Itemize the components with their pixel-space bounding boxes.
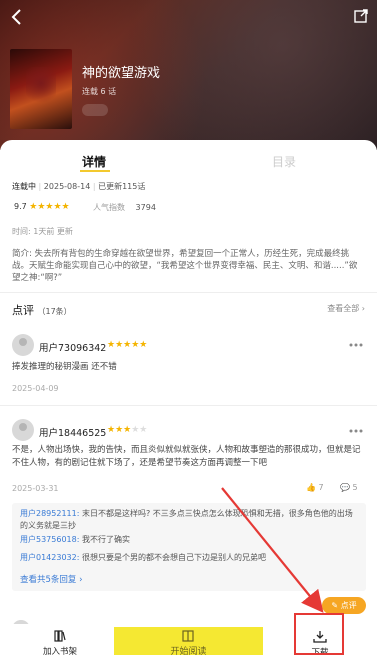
review-text: 不是，人物出场快，我的告快，而且炎似就似就张侠，人物和故事塑造的那很成功，但就是… [12,445,361,468]
status-text: 连载中 [12,182,36,191]
start-reading-button[interactable]: 开始阅读 [114,627,263,655]
avatar[interactable] [12,419,34,441]
review-user[interactable]: 用户18446525 [39,425,106,439]
synopsis: 简介: 失去所有背包的生命穿越在欲望世界，希望复回一个正常人，历经生死，完成最终… [12,248,364,284]
start-reading-label: 开始阅读 [170,647,207,655]
share-icon[interactable] [353,8,369,24]
review-date: 2025-03-31 [12,484,59,493]
bookshelf-icon [54,630,66,642]
review-user[interactable]: 用户73096342 [39,340,106,354]
score-row: 9.7 ★★★★★ [14,202,70,212]
tab-indicator [80,170,110,172]
book-icon [182,630,194,642]
synopsis-text: 失去所有背包的生命穿越在欲望世界，希望复回一个正常人，历经生死，完成最终挑战。天… [12,249,358,283]
tab-catalog[interactable]: 目录 [272,153,296,170]
divider [0,405,377,406]
hot-value: 3794 [135,203,156,212]
view-more-replies[interactable]: 查看共5条回复 › [20,573,83,585]
more-icon[interactable] [349,429,363,433]
reply-user[interactable]: 用户28952111: [20,509,79,518]
comment-button[interactable]: 💬 5 [340,483,358,492]
hot-label: 人气指数 [93,203,125,212]
synopsis-label: 简介: [12,249,32,259]
back-icon[interactable] [8,6,26,28]
add-shelf-label: 加入书架 [42,647,77,655]
comment-count: 5 [352,483,358,492]
reply-item: 用户01423032: 很想只要是个男的都不会想自己下边是别人的兄弟吧 [20,552,360,564]
reply-item: 用户53756018: 我不行了确实 [20,534,360,546]
reply-user[interactable]: 用户01423032: [20,553,79,562]
time-label: 时间: [12,227,31,236]
like-count: 7 [318,483,324,492]
reply-text: 我不行了确实 [81,535,130,544]
score-value: 9.7 [14,202,27,211]
reviews-title-text: 点评 [12,304,34,317]
time-value: 1天前 更新 [33,227,73,236]
tag-pill[interactable] [82,104,108,116]
hot-row: 人气指数 3794 [93,202,156,213]
like-button[interactable]: 👍 7 [306,483,324,492]
reviews-title: 点评 （17条） [12,302,72,318]
reviews-count: （17条） [37,307,72,316]
reply-text: 很想只要是个男的都不会想自己下边是别人的兄弟吧 [81,553,266,562]
add-to-shelf-button[interactable]: 加入书架 [40,630,80,655]
time-row: 时间: 1天前 更新 [12,226,73,237]
divider [0,292,377,293]
like-icon: 👍 [306,483,316,492]
reply-box: 用户28952111: 末日不都是这样吗? 不三多点三快点怎么体现恐惧和无措，很… [12,503,366,591]
review-date: 2025-04-09 [12,384,59,393]
review-text: 捧发推理的秘钥漫画 还不错 [12,362,117,372]
book-title: 神的欲望游戏 [82,66,161,81]
annotation-highlight-box [294,613,344,655]
date-text: 2025-08-14 [43,182,91,191]
write-review-label: 点评 [340,601,357,610]
more-icon[interactable] [349,343,363,347]
edit-icon: ✎ [331,601,339,610]
status-row: 连载中 | 2025-08-14 | 已更新115话 [12,182,146,191]
reply-user[interactable]: 用户53756018: [20,535,79,544]
updated-text: 已更新115话 [98,182,146,191]
tab-details[interactable]: 详情 [82,153,106,170]
write-review-button[interactable]: ✎ 点评 [322,597,366,614]
book-cover [10,49,72,129]
rating-stars: ★★★★★ [107,425,148,435]
reply-item: 用户28952111: 末日不都是这样吗? 不三多点三快点怎么体现恐惧和无措，很… [20,508,360,532]
rating-stars: ★★★★★ [107,340,148,350]
avatar[interactable] [12,334,34,356]
book-info: 连载 6 话 [82,87,117,96]
comment-icon: 💬 [340,483,350,492]
star-icon: ★★★★★ [29,202,70,212]
see-all-link[interactable]: 查看全部 › [327,303,365,314]
